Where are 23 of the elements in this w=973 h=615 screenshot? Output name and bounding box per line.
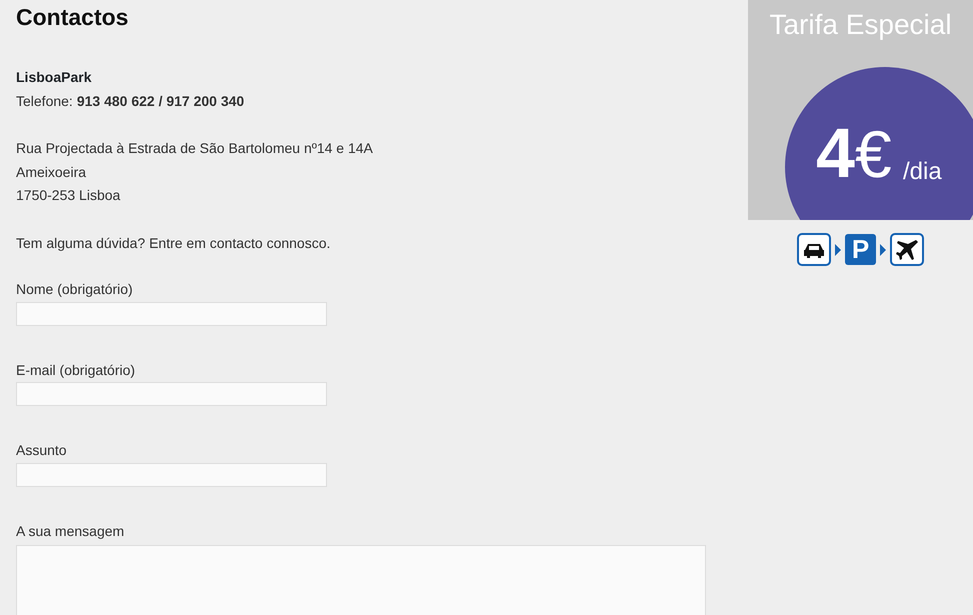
field-label: Nome (obrigatório) <box>16 281 133 297</box>
price-unit: /dia <box>903 158 942 186</box>
page-heading: Contactos <box>16 3 130 32</box>
address-line: 1750-253 Lisboa <box>16 187 120 203</box>
field-label: A sua mensagem <box>16 522 124 538</box>
company-name: LisboaPark <box>16 69 92 85</box>
intro-text: Tem alguma dúvida? Entre em contacto connosco. <box>16 234 330 250</box>
arrow-icon <box>880 244 886 256</box>
input-field[interactable] <box>16 462 327 486</box>
parking-sign: P <box>845 234 876 265</box>
input-field[interactable] <box>16 382 327 406</box>
car-icon <box>797 233 831 266</box>
field-label: E-mail (obrigatório) <box>16 362 136 378</box>
address-line: Rua Projectada à Estrada de São Bartolomeu nº14 e 14A <box>16 140 373 156</box>
address-line: Ameixoeira <box>16 164 86 180</box>
phone-numbers: 913 480 622 / 917 200 340 <box>76 92 244 110</box>
airplane-icon <box>890 233 924 266</box>
price-text: 4€ <box>816 118 892 189</box>
phone-label: Telefone: <box>16 92 73 110</box>
message-field[interactable] <box>16 545 706 615</box>
input-field[interactable] <box>16 302 327 326</box>
field-label: Assunto <box>16 442 67 458</box>
arrow-icon <box>835 244 841 256</box>
